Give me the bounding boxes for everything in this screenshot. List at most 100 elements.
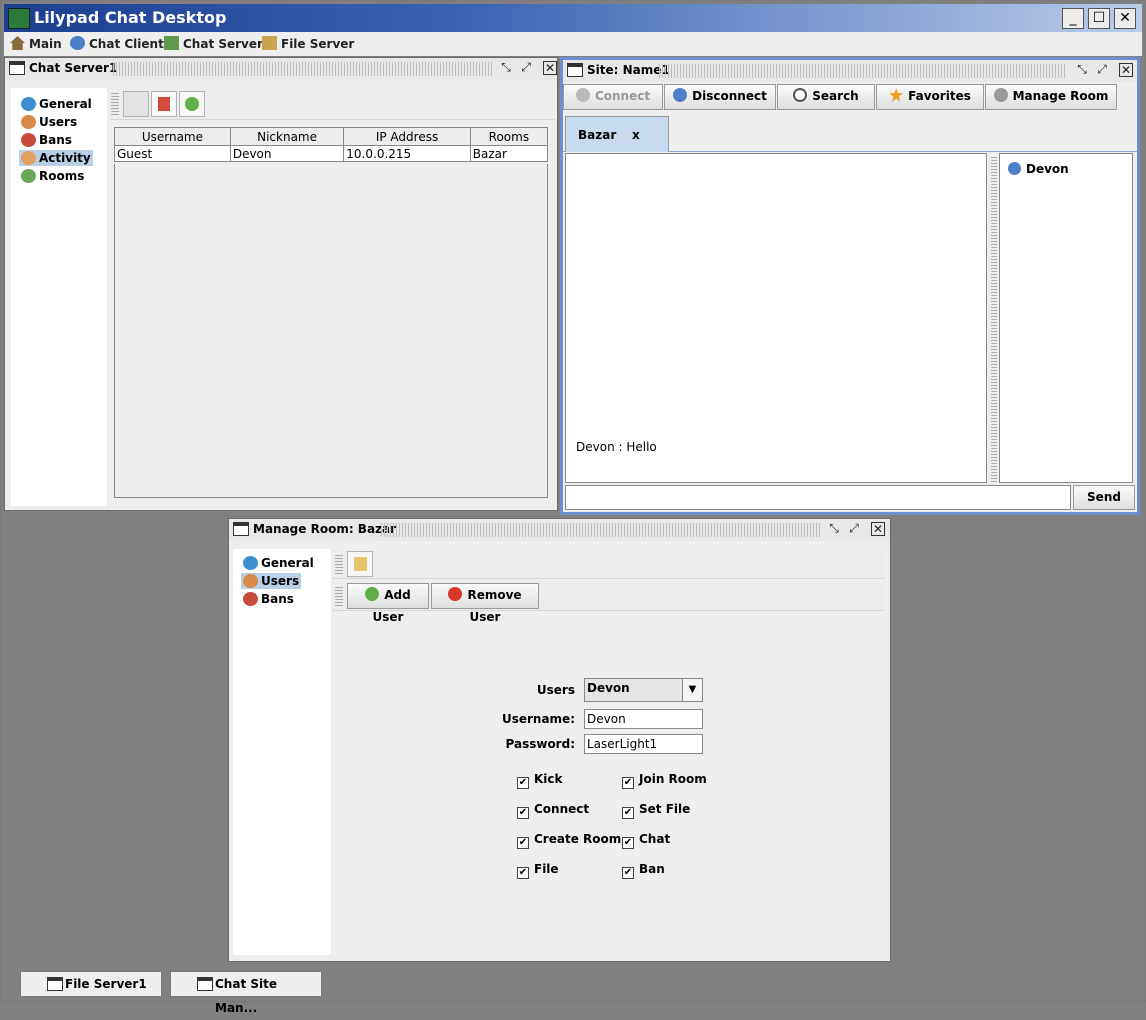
close-icon[interactable]: ✕ (1119, 63, 1133, 77)
maximize-button[interactable]: ☐ (1088, 8, 1110, 29)
disconnect-button[interactable]: Disconnect (664, 84, 776, 110)
chat-server-window: Chat Server1 ⤡ ⤢ ✕ General Users Bans Ac… (4, 57, 558, 511)
connect-label: Connect (594, 89, 651, 103)
checkbox-label: Kick (534, 772, 563, 786)
close-icon[interactable]: ✕ (871, 522, 885, 536)
star-icon (889, 88, 904, 102)
connect-button[interactable]: Connect (563, 84, 663, 110)
site-title: Site: Name1 (587, 63, 670, 77)
send-button[interactable]: Send (1073, 485, 1135, 510)
maximize-icon[interactable]: ⤢ (1095, 63, 1109, 77)
favorites-button[interactable]: Favorites (876, 84, 984, 110)
col-ip-address[interactable]: IP Address (343, 127, 471, 146)
close-icon[interactable]: ✕ (543, 61, 557, 75)
tree-item-label: Users (261, 574, 300, 588)
tree-item-users[interactable]: Users (19, 114, 79, 130)
tree-item-users[interactable]: Users (241, 573, 302, 589)
tree-item-label: Bans (39, 133, 72, 147)
col-nickname[interactable]: Nickname (229, 127, 345, 146)
perm-join-room-checkbox[interactable]: ✔ Join Room (622, 772, 707, 789)
col-rooms[interactable]: Rooms (469, 127, 549, 146)
users-select[interactable]: Devon ▼ (584, 678, 703, 702)
manage-room-window: Manage Room: Bazar ⤡ ⤢ ✕ General Users B… (228, 518, 891, 962)
table-row[interactable]: Guest Devon 10.0.0.215 Bazar (114, 145, 549, 162)
checkbox-label: Set File (639, 802, 691, 816)
plug-icon (575, 88, 590, 102)
edit-button[interactable] (347, 551, 373, 577)
activity-table: Username Nickname IP Address Rooms Guest… (114, 127, 549, 162)
tree-item-bans[interactable]: Bans (241, 591, 296, 607)
room-tabs: Bazar x (563, 114, 1137, 152)
minimize-icon[interactable]: ⤡ (499, 61, 513, 75)
chat-server-icon (164, 36, 179, 50)
menu-chat-client-label: Chat Client (89, 37, 164, 51)
kick-button[interactable] (151, 91, 177, 117)
menu-main[interactable]: Main (10, 36, 62, 51)
perm-kick-checkbox[interactable]: ✔ Kick (517, 772, 563, 789)
username-field[interactable]: Devon (584, 709, 703, 729)
menu-file-server[interactable]: File Server (262, 36, 354, 51)
users-label: Users (536, 683, 575, 697)
perm-chat-checkbox[interactable]: ✔ Chat (622, 832, 670, 849)
checkbox-box: ✔ (517, 867, 529, 879)
menu-file-server-label: File Server (281, 37, 355, 51)
manage-room-button[interactable]: Manage Room (985, 84, 1117, 110)
taskbar-label: File Server1 (65, 977, 147, 991)
taskbar-file-server[interactable]: File Server1 (20, 971, 162, 997)
split-divider[interactable] (991, 156, 997, 482)
checkbox-label: Join Room (639, 772, 707, 786)
list-item[interactable]: Devon (1008, 162, 1069, 176)
chevron-down-icon[interactable]: ▼ (682, 679, 702, 701)
checkbox-box: ✔ (517, 777, 529, 789)
tree-item-rooms[interactable]: Rooms (19, 168, 86, 184)
room-user-list: Devon (999, 153, 1133, 483)
maximize-icon[interactable]: ⤢ (847, 522, 861, 536)
tree-item-bans[interactable]: Bans (19, 132, 74, 148)
menu-chat-server[interactable]: Chat Server (164, 36, 263, 51)
close-button[interactable]: ✕ (1114, 8, 1136, 29)
remove-icon (448, 587, 463, 601)
lilypad-app-icon (8, 8, 30, 29)
tree-item-general[interactable]: General (241, 555, 316, 571)
taskbar-chat-site-manager[interactable]: Chat Site Man... (170, 971, 322, 1015)
add-user-button[interactable]: Add User (347, 583, 429, 624)
menu-chat-client[interactable]: Chat Client (70, 36, 164, 51)
perm-file-checkbox[interactable]: ✔ File (517, 862, 559, 879)
menu-chat-server-label: Chat Server (183, 37, 263, 51)
perm-connect-checkbox[interactable]: ✔ Connect (517, 802, 589, 819)
checkbox-label: Create Room (534, 832, 622, 846)
manage-room-titlebar[interactable]: Manage Room: Bazar ⤡ ⤢ ✕ (229, 519, 890, 541)
tree-item-activity[interactable]: Activity (19, 150, 93, 166)
chat-server-titlebar[interactable]: Chat Server1 ⤡ ⤢ ✕ (5, 58, 557, 80)
perm-set-file-checkbox[interactable]: ✔ Set File (622, 802, 690, 819)
stop-server-button[interactable] (123, 91, 149, 117)
remove-user-button[interactable]: Remove User (431, 583, 539, 624)
menu-main-label: Main (29, 37, 62, 51)
col-username[interactable]: Username (114, 127, 231, 146)
user-icon (21, 115, 36, 129)
user-icon (1008, 162, 1021, 175)
window-icon (197, 977, 213, 991)
message-line: Devon : Hello (576, 440, 657, 454)
minimize-icon[interactable]: ⤡ (827, 522, 841, 536)
tab-bazar[interactable]: Bazar x (565, 116, 669, 152)
favorites-label: Favorites (908, 89, 971, 103)
app-titlebar[interactable]: Lilypad Chat Desktop _ ☐ ✕ (4, 4, 1142, 32)
site-window: Site: Name1 ⤡ ⤢ ✕ Connect Disconnect Sea… (560, 57, 1140, 515)
password-field[interactable]: LaserLight1 (584, 734, 703, 754)
perm-ban-checkbox[interactable]: ✔ Ban (622, 862, 665, 879)
chat-client-icon (70, 36, 85, 50)
tree-item-general[interactable]: General (19, 96, 94, 112)
chat-server-tree: General Users Bans Activity Rooms (11, 88, 107, 506)
tab-close-button[interactable]: x (632, 128, 640, 142)
cell-nickname: Devon (229, 145, 345, 162)
message-input[interactable] (565, 485, 1071, 510)
search-button[interactable]: Search (777, 84, 875, 110)
minimize-icon[interactable]: ⤡ (1075, 63, 1089, 77)
minimize-button[interactable]: _ (1062, 8, 1084, 29)
perm-create-room-checkbox[interactable]: ✔ Create Room (517, 832, 621, 849)
search-label: Search (812, 89, 859, 103)
site-titlebar[interactable]: Site: Name1 ⤡ ⤢ ✕ (563, 60, 1137, 82)
start-server-button[interactable] (179, 91, 205, 117)
maximize-icon[interactable]: ⤢ (519, 61, 533, 75)
